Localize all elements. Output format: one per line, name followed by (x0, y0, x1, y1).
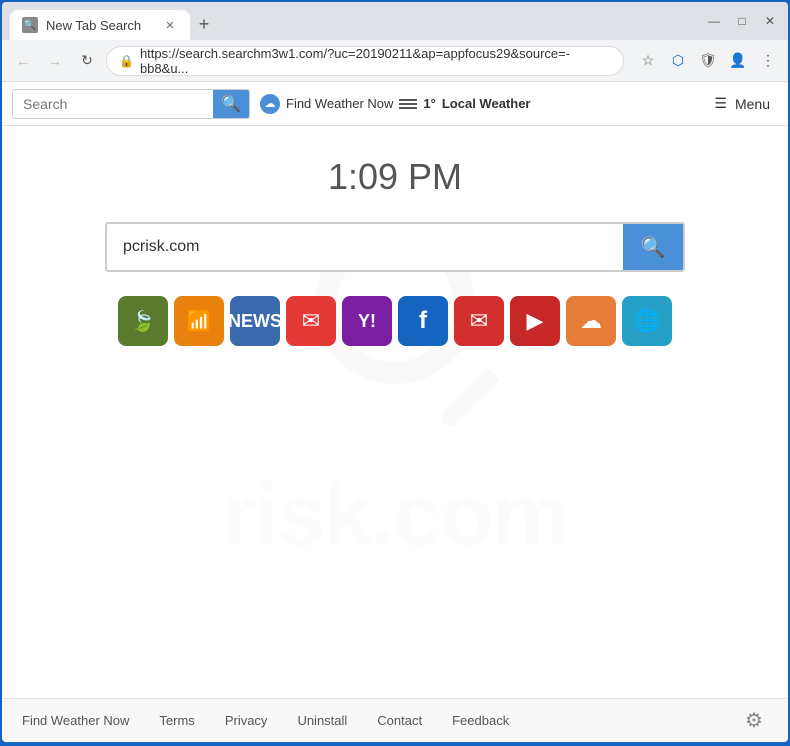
weather-icon: ☁ (260, 94, 280, 114)
new-tab-button[interactable]: + (190, 10, 218, 38)
main-search-box[interactable]: 🔍 (105, 222, 685, 272)
shortcut-9[interactable]: ☁ (566, 296, 616, 346)
shortcut-8[interactable]: ▶ (510, 296, 560, 346)
lock-icon: 🔒 (119, 54, 134, 68)
watermark-text: risk.com (222, 464, 568, 566)
shortcut-6[interactable]: f (398, 296, 448, 346)
menu-button[interactable]: ☰ Menu (706, 91, 778, 116)
temperature-display: 1° (423, 96, 435, 111)
shortcut-3[interactable]: NEWS (230, 296, 280, 346)
find-weather-label: Find Weather Now (286, 96, 393, 111)
footer-link-privacy[interactable]: Privacy (225, 713, 268, 728)
active-tab[interactable]: 🔍 New Tab Search ✕ (10, 10, 190, 40)
weather-widget: ☁ Find Weather Now 1° Local Weather (260, 94, 530, 114)
shortcut-10[interactable]: 🌐 (622, 296, 672, 346)
toolbar-search-button[interactable]: 🔍 (213, 89, 249, 119)
window-controls: — □ ✕ (704, 11, 780, 31)
tab-favicon: 🔍 (22, 17, 38, 33)
extension-icon-shield[interactable]: 🛡 (696, 49, 720, 73)
maximize-button[interactable]: □ (732, 11, 752, 31)
time-display: 1:09 PM (328, 156, 462, 198)
footer-link-contact[interactable]: Contact (377, 713, 422, 728)
tab-close-button[interactable]: ✕ (162, 17, 178, 33)
address-text: https://search.searchm3w1.com/?uc=201902… (140, 46, 611, 76)
page-content: risk.com 1:09 PM 🔍 🍃 📶 NEWS ✉ Y! f ✉ ▶ ☁… (2, 126, 788, 698)
shortcut-1[interactable]: 🍃 (118, 296, 168, 346)
footer-link-weather[interactable]: Find Weather Now (22, 713, 129, 728)
browser-window: 🔍 New Tab Search ✕ + — □ ✕ ← → ↻ 🔒 https… (2, 2, 788, 742)
tab-bar: 🔍 New Tab Search ✕ + (10, 2, 700, 40)
watermark: risk.com (222, 224, 568, 566)
extension-icon-blue[interactable]: ⬡ (666, 49, 690, 73)
footer: Find Weather Now Terms Privacy Uninstall… (2, 698, 788, 742)
close-button[interactable]: ✕ (760, 11, 780, 31)
shortcut-2[interactable]: 📶 (174, 296, 224, 346)
shortcuts-bar: 🍃 📶 NEWS ✉ Y! f ✉ ▶ ☁ 🌐 (118, 296, 672, 346)
footer-link-uninstall[interactable]: Uninstall (297, 713, 347, 728)
back-button[interactable]: ← (10, 48, 36, 74)
toolbar-search[interactable]: 🔍 (12, 89, 250, 119)
title-bar: 🔍 New Tab Search ✕ + — □ ✕ (2, 2, 788, 40)
toolbar: 🔍 ☁ Find Weather Now 1° Local Weather ☰ … (2, 82, 788, 126)
footer-link-terms[interactable]: Terms (159, 713, 194, 728)
settings-gear-icon[interactable]: ⚙ (740, 707, 768, 735)
bookmark-icon[interactable]: ☆ (636, 49, 660, 73)
main-search-input[interactable] (107, 224, 623, 270)
menu-lines-icon (399, 99, 417, 109)
menu-lines-icon: ☰ (714, 95, 727, 112)
refresh-button[interactable]: ↻ (74, 48, 100, 74)
minimize-button[interactable]: — (704, 11, 724, 31)
address-bar-input[interactable]: 🔒 https://search.searchm3w1.com/?uc=2019… (106, 46, 624, 76)
more-options-icon[interactable]: ⋮ (756, 49, 780, 73)
shortcut-5[interactable]: Y! (342, 296, 392, 346)
menu-label: Menu (735, 96, 770, 112)
shortcut-7[interactable]: ✉ (454, 296, 504, 346)
footer-link-feedback[interactable]: Feedback (452, 713, 509, 728)
main-search-button[interactable]: 🔍 (623, 224, 683, 270)
account-icon[interactable]: 👤 (726, 49, 750, 73)
forward-button[interactable]: → (42, 48, 68, 74)
shortcut-4[interactable]: ✉ (286, 296, 336, 346)
toolbar-search-input[interactable] (13, 90, 213, 118)
address-right-icons: ☆ ⬡ 🛡 👤 ⋮ (636, 49, 780, 73)
local-weather-label: Local Weather (442, 96, 531, 111)
address-bar: ← → ↻ 🔒 https://search.searchm3w1.com/?u… (2, 40, 788, 82)
tab-label: New Tab Search (46, 18, 141, 33)
